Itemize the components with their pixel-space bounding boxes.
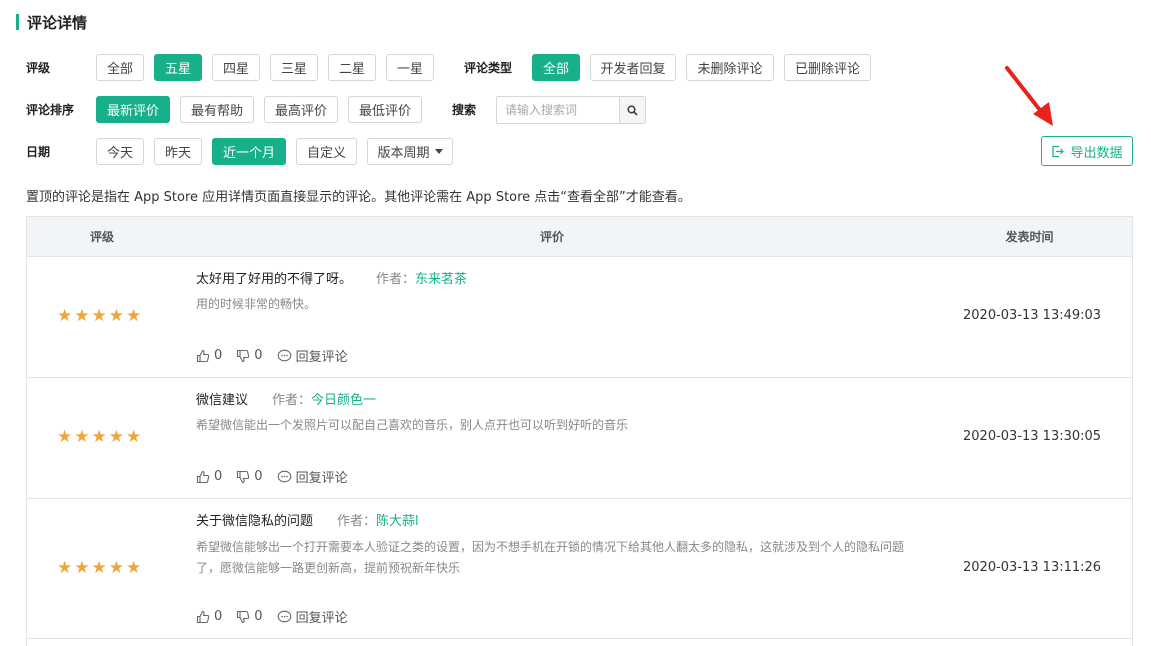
review-time: 2020-03-13 13:49:03 (963, 308, 1102, 323)
author-name[interactable]: 陈大蒜l (376, 514, 419, 529)
date-option-today[interactable]: 今天 (96, 138, 144, 165)
review-title: 关于微信隐私的问题 (196, 514, 314, 529)
type-filter-label: 评论类型 (464, 61, 513, 75)
date-option-yesterday[interactable]: 昨天 (154, 138, 202, 165)
review-title-line: 太好用了好用的不得了呀。 作者：东来茗茶 (196, 268, 467, 287)
review-body: 希望微信能够出一个打开需要本人验证之类的设置，因为不想手机在开锁的情况下给其他人… (196, 540, 905, 575)
reply-button[interactable]: 回复评论 (277, 607, 348, 626)
sort-option-newest[interactable]: 最新评价 (96, 96, 170, 123)
type-option-all[interactable]: 全部 (532, 54, 580, 81)
reviews-table: 评级 评价 发表时间 ★★★★★ 太好用了好用的不得了呀。 作者：东来茗茶 用的时… (26, 216, 1133, 646)
thumbs-up-icon (196, 610, 210, 623)
rating-option-five-star[interactable]: 五星 (154, 54, 202, 81)
like-count: 0 (214, 348, 223, 363)
dislike-count: 0 (254, 609, 263, 624)
dislike-count: 0 (254, 469, 263, 484)
reply-label: 回复评论 (295, 471, 348, 486)
thumbs-down-icon (237, 610, 250, 623)
page-title-text: 评论详情 (27, 13, 88, 32)
header-review: 评价 (539, 230, 564, 244)
review-title-line: 微信建议 作者：今日颜色一 (196, 389, 376, 408)
reply-button[interactable]: 回复评论 (277, 467, 348, 486)
review-actions: 0 0 回复评论 (196, 607, 362, 626)
search-button[interactable] (619, 97, 645, 123)
review-time: 2020-03-13 13:11:26 (963, 560, 1102, 575)
review-title: 太好用了好用的不得了呀。 (196, 272, 353, 287)
dislike-button[interactable]: 0 (236, 609, 263, 624)
header-time: 发表时间 (1005, 230, 1054, 244)
caret-down-icon (434, 149, 443, 154)
reply-label: 回复评论 (295, 350, 348, 365)
page-title: 评论详情 (16, 12, 87, 32)
review-actions: 0 0 回复评论 (196, 346, 362, 365)
table-row: ★★★★★ 关于微信隐私的问题 作者：陈大蒜l 希望微信能够出一个打开需要本人验证… (27, 499, 1132, 639)
date-filter-label: 日期 (26, 145, 51, 159)
rating-filter-label: 评级 (26, 61, 51, 75)
rating-option-four-star[interactable]: 四星 (212, 54, 260, 81)
search-icon (627, 104, 638, 116)
author-name[interactable]: 今日颜色一 (311, 393, 376, 408)
star-rating: ★★★★★ (57, 558, 144, 578)
review-title-line: 关于微信隐私的问题 作者：陈大蒜l (196, 510, 419, 529)
like-button[interactable]: 0 (196, 609, 222, 624)
review-body: 希望微信能出一个发照片可以配自己喜欢的音乐，别人点开也可以听到好听的音乐 (196, 418, 629, 432)
reply-button[interactable]: 回复评论 (277, 346, 348, 365)
sort-option-lowest[interactable]: 最低评价 (348, 96, 422, 123)
rating-option-three-star[interactable]: 三星 (270, 54, 318, 81)
type-option-developer-reply[interactable]: 开发者回复 (590, 54, 676, 81)
author-name[interactable]: 东来茗茶 (415, 272, 467, 287)
like-count: 0 (214, 469, 223, 484)
star-rating: ★★★★★ (57, 427, 144, 447)
date-option-custom[interactable]: 自定义 (296, 138, 357, 165)
comment-icon (277, 349, 291, 361)
like-count: 0 (214, 609, 223, 624)
pinned-review-notice: 置顶的评论是指在 App Store 应用详情页面直接显示的评论。其他评论需在 … (26, 190, 691, 205)
export-data-label: 导出数据 (1070, 145, 1123, 161)
thumbs-up-icon (196, 470, 210, 483)
version-cycle-label: 版本周期 (377, 146, 430, 161)
dislike-button[interactable]: 0 (236, 348, 263, 363)
sort-option-most-helpful[interactable]: 最有帮助 (180, 96, 254, 123)
author-label: 作者： (272, 393, 312, 408)
like-button[interactable]: 0 (196, 348, 222, 363)
search-input[interactable] (497, 97, 619, 123)
export-icon (1052, 145, 1065, 157)
red-arrow-icon (1005, 66, 1053, 126)
table-header: 评级 评价 发表时间 (27, 217, 1132, 257)
title-accent-bar (16, 14, 19, 30)
reply-label: 回复评论 (295, 611, 348, 626)
like-button[interactable]: 0 (196, 469, 222, 484)
thumbs-up-icon (196, 349, 210, 362)
comment-icon (277, 470, 291, 482)
rating-option-one-star[interactable]: 一星 (386, 54, 434, 81)
version-cycle-dropdown[interactable]: 版本周期 (367, 138, 453, 165)
comment-icon (277, 610, 291, 622)
review-time: 2020-03-13 13:30:05 (963, 429, 1102, 444)
export-data-button[interactable]: 导出数据 (1041, 136, 1133, 166)
author-label: 作者： (376, 272, 416, 287)
table-row: ★★★★★ 微信建议 作者：今日颜色一 希望微信能出一个发照片可以配自己喜欢的音乐… (27, 378, 1132, 499)
thumbs-down-icon (237, 349, 250, 362)
date-option-last-month[interactable]: 近一个月 (212, 138, 286, 165)
review-title: 微信建议 (196, 393, 249, 408)
dislike-count: 0 (254, 348, 263, 363)
search-box (496, 96, 646, 124)
rating-option-all[interactable]: 全部 (96, 54, 144, 81)
search-label: 搜索 (452, 103, 477, 117)
rating-option-two-star[interactable]: 二星 (328, 54, 376, 81)
type-option-not-deleted[interactable]: 未删除评论 (686, 54, 774, 81)
header-rating: 评级 (89, 230, 114, 244)
star-rating: ★★★★★ (57, 306, 144, 326)
review-actions: 0 0 回复评论 (196, 467, 362, 486)
dislike-button[interactable]: 0 (236, 469, 263, 484)
thumbs-down-icon (237, 470, 250, 483)
sort-option-highest[interactable]: 最高评价 (264, 96, 338, 123)
author-label: 作者： (337, 514, 377, 529)
type-option-deleted[interactable]: 已删除评论 (784, 54, 871, 81)
table-row: ★★★★★ 太好用了好用的不得了呀。 作者：东来茗茶 用的时候非常的畅快。 0 0… (27, 257, 1132, 378)
sort-filter-label: 评论排序 (26, 103, 75, 117)
review-body: 用的时候非常的畅快。 (196, 297, 317, 311)
